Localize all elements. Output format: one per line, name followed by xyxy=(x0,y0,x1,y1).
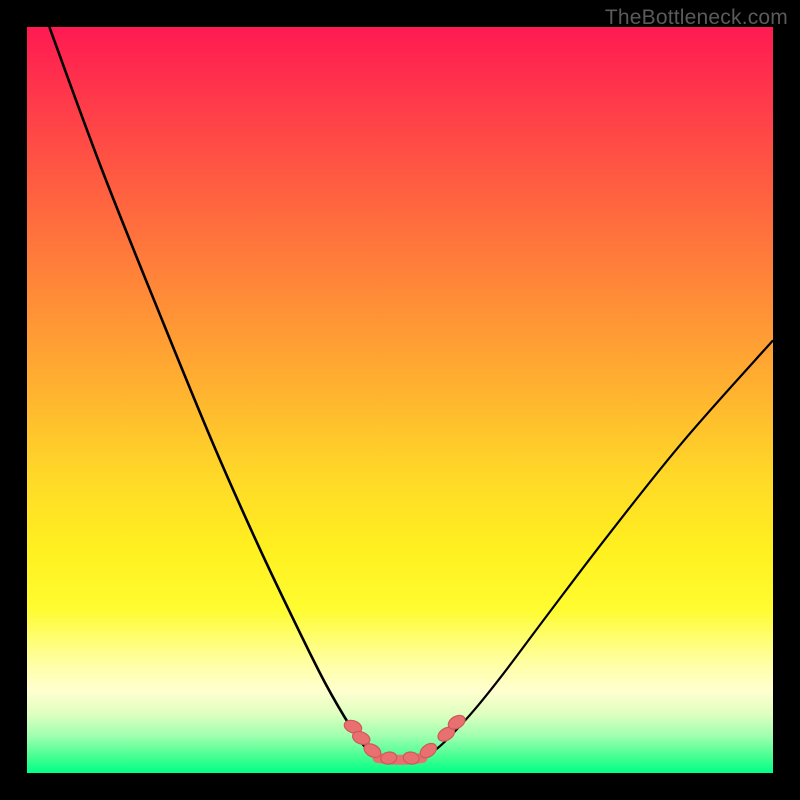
left-curve-path xyxy=(49,27,377,758)
trough-markers xyxy=(342,713,467,766)
chart-svg xyxy=(27,27,773,773)
watermark-text: TheBottleneck.com xyxy=(605,6,788,30)
chart-plot-area xyxy=(27,27,773,773)
right-curve-path xyxy=(422,340,773,758)
